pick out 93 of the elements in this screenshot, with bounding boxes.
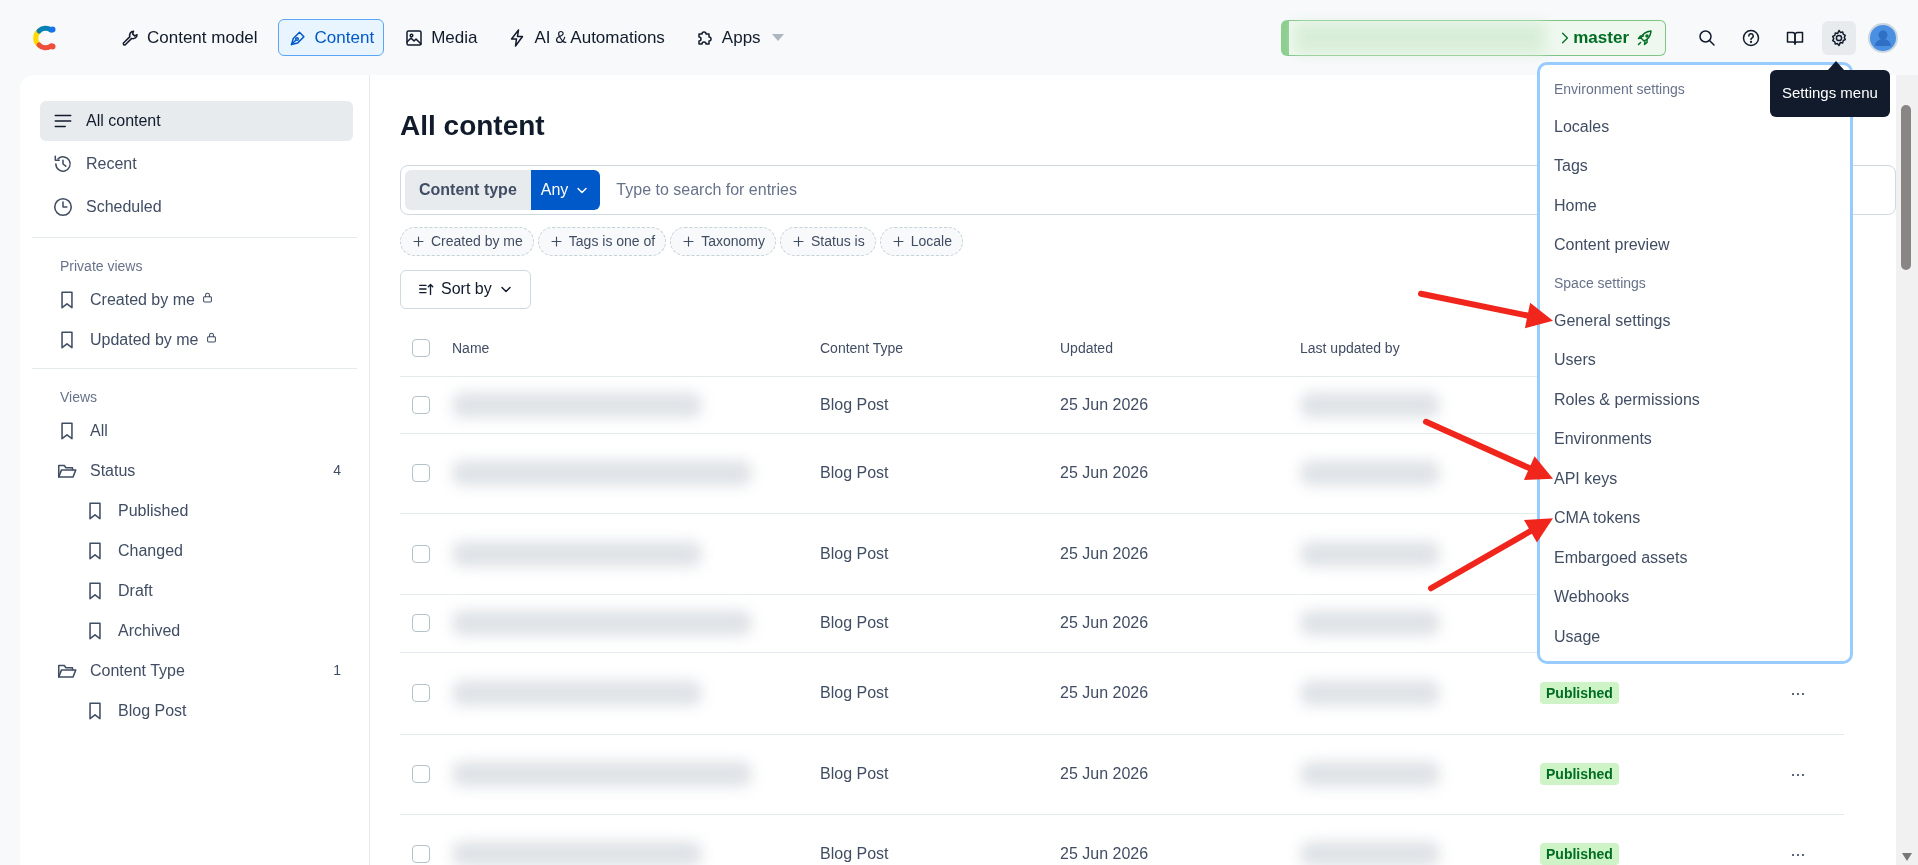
nav-tab[interactable]: Apps xyxy=(684,19,794,56)
sidebar-item[interactable]: Changed xyxy=(40,532,353,569)
nav-tab[interactable]: AI & Automations xyxy=(497,19,675,56)
table-cell-text: Blog Post xyxy=(820,764,890,785)
menu-item[interactable]: Roles & permissions xyxy=(1554,387,1700,412)
menu-item[interactable]: API keys xyxy=(1554,466,1618,491)
image-icon xyxy=(404,27,425,48)
filter-chip[interactable]: Locale xyxy=(879,226,963,256)
plus-icon xyxy=(890,233,906,249)
menu-item[interactable]: Usage xyxy=(1554,624,1601,649)
plus-icon xyxy=(548,233,564,249)
table-cell-text: 25 Jun 2026 xyxy=(1060,613,1150,634)
filter-chip[interactable]: Taxonomy xyxy=(670,226,777,256)
menu-item[interactable]: Embargoed assets xyxy=(1554,545,1688,570)
table-cell-text: Blog Post xyxy=(820,613,890,634)
filter-dropdown[interactable]: Any xyxy=(530,169,601,210)
table-cell-text: 25 Jun 2026 xyxy=(1060,463,1150,484)
scrollbar-thumb[interactable] xyxy=(1901,105,1911,270)
row-checkbox[interactable] xyxy=(412,684,430,703)
menu-item[interactable]: Locales xyxy=(1554,114,1610,139)
column-header: Updated xyxy=(1060,338,1114,358)
row-checkbox[interactable] xyxy=(412,464,430,483)
plus-icon xyxy=(681,233,697,249)
settings-icon xyxy=(1829,27,1849,48)
history-icon xyxy=(52,153,74,175)
sidebar-item[interactable]: Recent xyxy=(40,144,353,184)
wrench-icon xyxy=(120,27,140,48)
sidebar-item[interactable]: Status 4 xyxy=(40,452,353,489)
menu-item[interactable]: Users xyxy=(1554,348,1596,373)
sidebar-item[interactable]: Archived xyxy=(40,612,353,649)
menu-item[interactable]: Content preview xyxy=(1554,233,1670,258)
sidebar-item[interactable]: Blog Post xyxy=(40,692,353,729)
select-all-checkbox[interactable] xyxy=(412,339,430,358)
rocket-icon xyxy=(1635,27,1655,48)
plus-icon xyxy=(411,233,426,249)
menu-item[interactable]: Environments xyxy=(1554,427,1652,452)
help-icon xyxy=(1741,27,1761,48)
table-cell-text: 25 Jun 2026 xyxy=(1060,844,1150,865)
nav-tab[interactable]: Content xyxy=(277,19,385,56)
row-checkbox[interactable] xyxy=(412,765,430,784)
more-actions-button[interactable]: ··· xyxy=(1784,839,1811,865)
section-heading: Private views xyxy=(59,257,144,276)
sort-button[interactable]: Sort by xyxy=(400,269,531,309)
more-actions-button[interactable]: ··· xyxy=(1784,678,1811,708)
table-cell-text: 25 Jun 2026 xyxy=(1060,394,1150,415)
tooltip: Settings menu xyxy=(1770,70,1890,117)
clock-icon xyxy=(52,196,74,218)
menu-heading: Environment settings xyxy=(1554,79,1685,99)
row-checkbox[interactable] xyxy=(412,614,430,633)
sidebar-item[interactable]: Published xyxy=(40,492,353,529)
filter-chip[interactable]: Created by me xyxy=(400,226,534,256)
sidebar-item[interactable]: Content Type 1 xyxy=(40,652,353,689)
column-header: Last updated by xyxy=(1300,338,1401,358)
menu-heading: Space settings xyxy=(1554,273,1646,293)
row-checkbox[interactable] xyxy=(412,845,430,864)
column-header: Content Type xyxy=(820,338,905,358)
menu-item[interactable]: Webhooks xyxy=(1554,585,1630,610)
sidebar-item[interactable]: Draft xyxy=(40,572,353,609)
menu-item[interactable]: CMA tokens xyxy=(1554,506,1641,531)
sidebar-item[interactable]: Created by me xyxy=(40,281,353,318)
search-icon xyxy=(1697,27,1717,48)
row-checkbox[interactable] xyxy=(412,395,430,414)
table-cell-text: 25 Jun 2026 xyxy=(1060,764,1150,785)
sidebar-item[interactable]: Scheduled xyxy=(40,187,353,227)
status-tag: Published xyxy=(1540,682,1619,705)
nav-tab[interactable]: Content model xyxy=(110,19,268,56)
table-cell-text: 25 Jun 2026 xyxy=(1060,683,1150,704)
environment-badge[interactable]: master xyxy=(1281,19,1666,56)
settings-button[interactable] xyxy=(1822,20,1856,55)
sidebar-item[interactable]: All content xyxy=(40,101,353,141)
column-header: Name xyxy=(452,338,491,358)
table-cell-text: Blog Post xyxy=(820,543,890,564)
more-actions-button[interactable]: ··· xyxy=(1784,759,1811,789)
row-checkbox[interactable] xyxy=(412,544,430,563)
nav-tab[interactable]: Media xyxy=(394,19,488,56)
status-tag: Published xyxy=(1540,763,1619,786)
table-cell-text: Blog Post xyxy=(820,463,890,484)
avatar[interactable] xyxy=(1868,22,1898,53)
filter-chip[interactable]: Tags is one of xyxy=(537,226,667,256)
table-cell-text: Blog Post xyxy=(820,683,890,704)
filter-chip[interactable]: Status is xyxy=(780,226,876,256)
menu-item[interactable]: General settings xyxy=(1554,308,1671,333)
section-heading: Views xyxy=(59,388,99,407)
sidebar-item[interactable]: All xyxy=(40,412,353,449)
table-cell-text: 25 Jun 2026 xyxy=(1060,543,1150,564)
plus-icon xyxy=(791,233,807,249)
table-cell-text: Blog Post xyxy=(820,844,890,865)
sidebar-item[interactable]: Updated by me xyxy=(40,321,353,358)
scroll-down-arrow-icon[interactable] xyxy=(1902,853,1912,861)
status-tag: Published xyxy=(1540,843,1619,865)
filter-label: Content type xyxy=(405,169,531,210)
table-cell-text: Blog Post xyxy=(820,394,890,415)
page-title: All content xyxy=(400,109,545,143)
